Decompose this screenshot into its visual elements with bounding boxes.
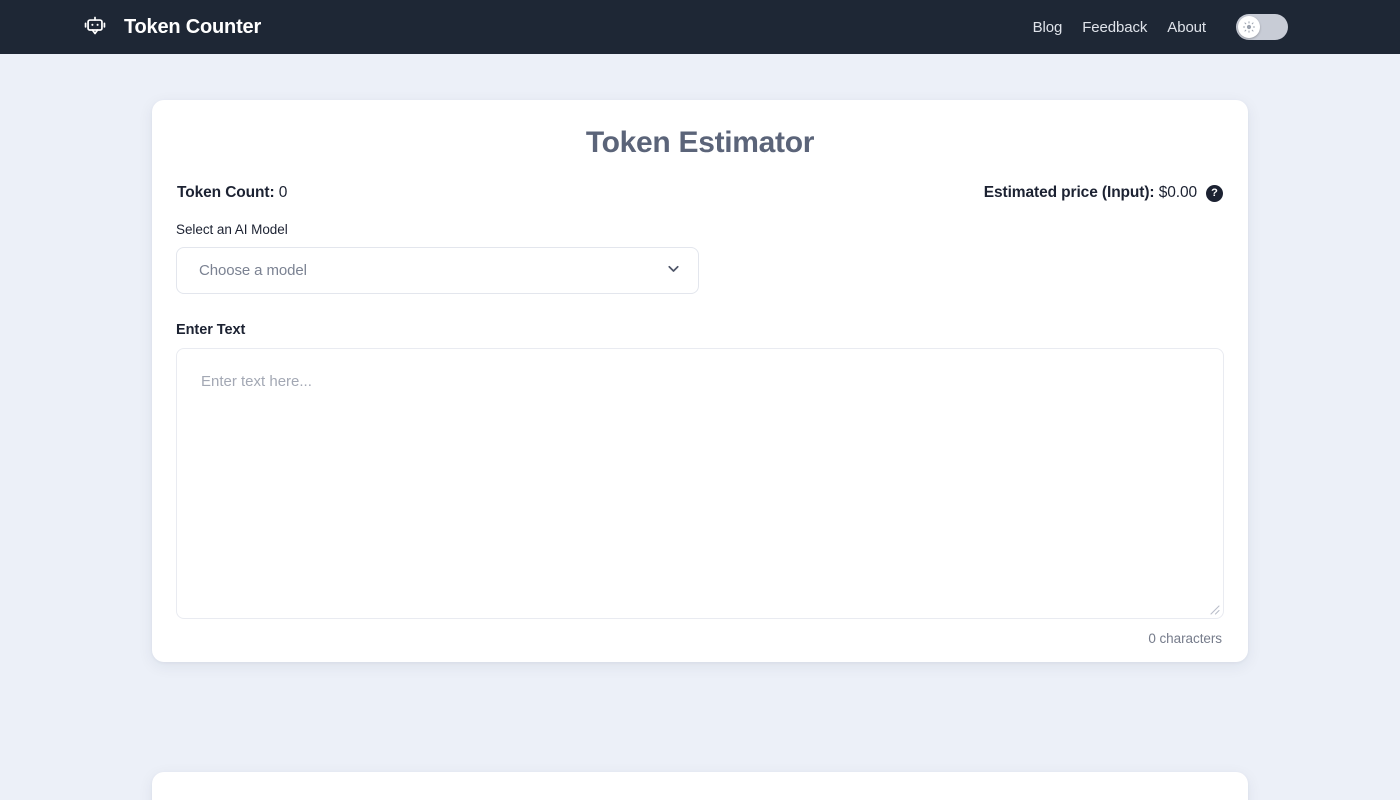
token-count: Token Count: 0 (177, 184, 287, 202)
text-input-label: Enter Text (176, 322, 246, 338)
token-estimator-card: Token Estimator Token Count: 0 Estimated… (152, 100, 1248, 662)
page-body: Token Estimator Token Count: 0 Estimated… (0, 54, 1400, 800)
text-input[interactable] (176, 348, 1224, 619)
app-header: Token Counter Blog Feedback About (0, 0, 1400, 54)
brand-title: Token Counter (124, 15, 262, 38)
estimated-price-label: Estimated price (Input): (983, 184, 1155, 201)
theme-toggle[interactable] (1236, 14, 1288, 40)
model-select[interactable]: Choose a model (176, 247, 699, 294)
question-mark-icon[interactable]: ? (1206, 184, 1223, 202)
nav-link-feedback[interactable]: Feedback (1082, 19, 1147, 36)
estimated-price-text: Estimated price (Input): $0.00 (984, 184, 1197, 202)
character-count: 0 characters (1148, 631, 1222, 646)
token-count-label: Token Count: (177, 184, 275, 201)
sun-icon (1243, 21, 1255, 33)
estimator-meta-row: Token Count: 0 Estimated price (Input): … (176, 184, 1224, 202)
page-title: Token Estimator (585, 126, 815, 159)
theme-toggle-knob (1238, 16, 1260, 38)
brand: Token Counter (80, 12, 261, 42)
faq-card: FAQs (152, 772, 1248, 800)
estimated-price-value: $0.00 (1158, 184, 1197, 201)
robot-icon (80, 12, 110, 42)
model-select-wrapper: Choose a model (176, 247, 699, 294)
nav-link-about[interactable]: About (1167, 19, 1206, 36)
model-select-label: Select an AI Model (176, 222, 288, 237)
nav-link-blog[interactable]: Blog (1033, 19, 1063, 36)
token-count-value: 0 (278, 184, 288, 201)
estimated-price: Estimated price (Input): $0.00 ? (984, 184, 1223, 202)
text-input-wrapper (176, 348, 1224, 619)
main-nav: Blog Feedback About (1033, 14, 1288, 40)
